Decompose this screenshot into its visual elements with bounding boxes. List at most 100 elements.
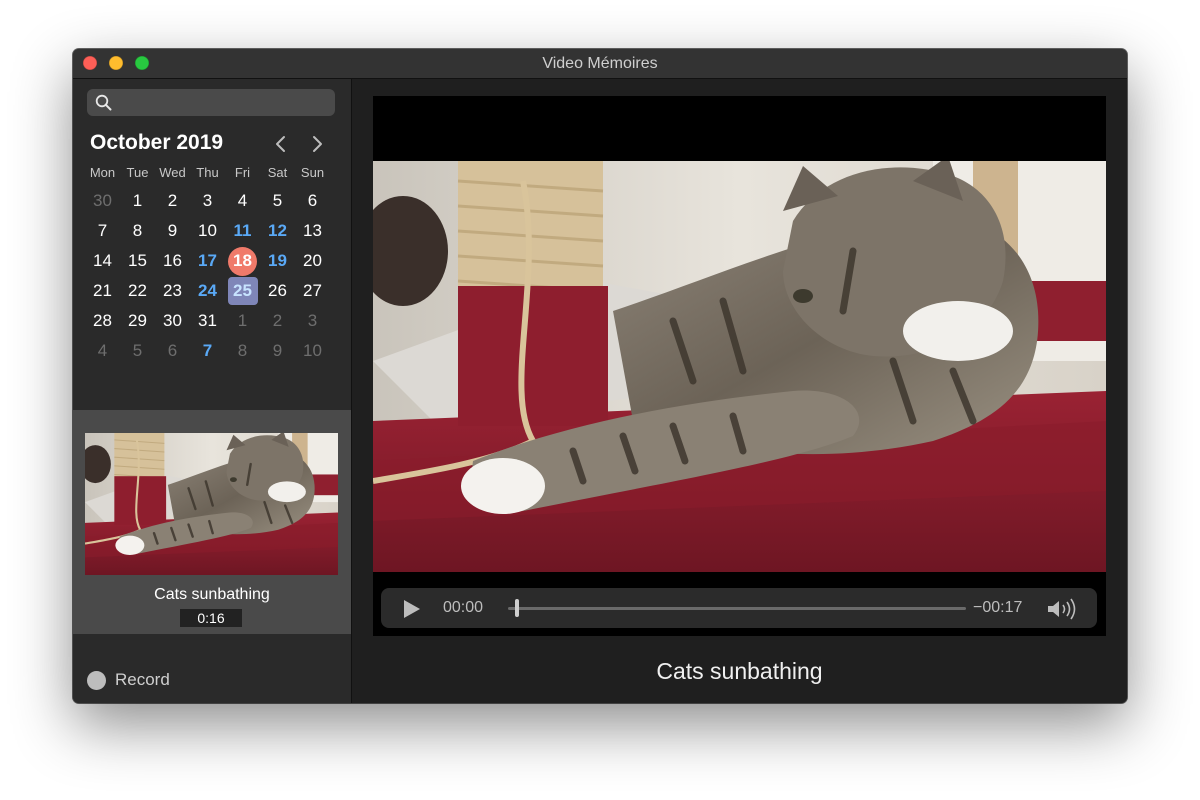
- calendar-day-number: 3: [307, 311, 318, 330]
- calendar-day[interactable]: 27: [295, 276, 330, 306]
- calendar-day-number: 24: [198, 281, 217, 300]
- calendar-day-number: 10: [198, 221, 217, 240]
- calendar-day[interactable]: 3: [295, 306, 330, 336]
- next-month-button[interactable]: [306, 133, 328, 155]
- window-title: Video Mémoires: [542, 55, 658, 72]
- calendar-day-number: 6: [167, 341, 178, 360]
- calendar-day[interactable]: 19: [260, 246, 295, 276]
- calendar-day[interactable]: 24: [190, 276, 225, 306]
- calendar-day[interactable]: 1: [225, 306, 260, 336]
- calendar-day[interactable]: 7: [190, 336, 225, 366]
- search-field[interactable]: [87, 89, 335, 116]
- weekday-label: Mon: [89, 165, 116, 180]
- calendar-day[interactable]: 6: [155, 336, 190, 366]
- calendar-day-number: 31: [198, 311, 217, 330]
- video-item-title: Cats sunbathing: [154, 586, 270, 603]
- calendar-day[interactable]: 21: [85, 276, 120, 306]
- calendar-week-row: 7 8 9 10 11 12 13: [85, 216, 343, 246]
- record-button[interactable]: Record: [87, 669, 170, 691]
- calendar-day-number: 28: [93, 311, 112, 330]
- calendar-day[interactable]: 10: [190, 216, 225, 246]
- calendar-day[interactable]: 2: [260, 306, 295, 336]
- calendar-day-number: 30: [163, 311, 182, 330]
- calendar-day-number: 8: [132, 221, 143, 240]
- calendar-day-number: 11: [233, 221, 252, 240]
- calendar-day[interactable]: 10: [295, 336, 330, 366]
- search-input[interactable]: [117, 92, 331, 115]
- record-label: Record: [115, 670, 170, 689]
- calendar-day[interactable]: 13: [295, 216, 330, 246]
- video-list-item[interactable]: Cats sunbathing 0:16: [73, 410, 351, 634]
- weekday-label: Sun: [300, 165, 325, 180]
- video-frame[interactable]: [373, 161, 1106, 572]
- calendar-day[interactable]: 11: [225, 216, 260, 246]
- calendar-day-number: 7: [202, 341, 213, 360]
- calendar-day[interactable]: 31: [190, 306, 225, 336]
- calendar-day[interactable]: 20: [295, 246, 330, 276]
- video-player: 00:00 −00:17: [373, 96, 1106, 636]
- progress-track[interactable]: [508, 607, 966, 610]
- calendar-day-number: 15: [128, 251, 147, 270]
- calendar-day-today[interactable]: 18: [225, 246, 260, 276]
- calendar-day[interactable]: 3: [190, 186, 225, 216]
- calendar-day-number: 8: [237, 341, 248, 360]
- calendar-day[interactable]: 2: [155, 186, 190, 216]
- calendar-week-row: 21 22 23 24 25 26 27: [85, 276, 343, 306]
- calendar-day-number: 10: [303, 341, 322, 360]
- volume-icon[interactable]: [1047, 598, 1079, 620]
- calendar-day-number: 25: [233, 281, 252, 300]
- calendar-day[interactable]: 29: [120, 306, 155, 336]
- calendar-day[interactable]: 12: [260, 216, 295, 246]
- calendar-day[interactable]: 17: [190, 246, 225, 276]
- calendar-day-number: 17: [198, 251, 217, 270]
- record-icon: [87, 670, 106, 690]
- calendar-day-number: 27: [303, 281, 322, 300]
- calendar-day[interactable]: 22: [120, 276, 155, 306]
- calendar-day-number: 29: [128, 311, 147, 330]
- playback-controls: 00:00 −00:17: [381, 588, 1097, 628]
- current-time: 00:00: [443, 599, 484, 616]
- remaining-time: −00:17: [973, 599, 1023, 616]
- calendar-day-number: 26: [268, 281, 287, 300]
- calendar-day-number: 30: [93, 191, 112, 210]
- calendar-day[interactable]: 30: [155, 306, 190, 336]
- calendar-day-number: 2: [272, 311, 283, 330]
- calendar-week-row: 14 15 16 17 18 19 20: [85, 246, 343, 276]
- calendar-day[interactable]: 5: [120, 336, 155, 366]
- weekday-label: Thu: [196, 165, 219, 180]
- calendar-day[interactable]: 4: [225, 186, 260, 216]
- calendar-week-row: 28 29 30 31 1 2 3: [85, 306, 343, 336]
- calendar-day[interactable]: 8: [225, 336, 260, 366]
- calendar-day[interactable]: 14: [85, 246, 120, 276]
- calendar-day[interactable]: 5: [260, 186, 295, 216]
- weekday-label: Wed: [159, 165, 186, 180]
- weekday-header: Mon Tue Wed Thu Fri Sat Sun: [85, 163, 343, 183]
- calendar-weeks: 30 1 2 3 4 5 6 7 8 9 10 11 12 13 14 15 16 17 18 19 20 21 22 23 2…: [85, 186, 343, 366]
- calendar-day-number: 16: [163, 251, 182, 270]
- calendar-day[interactable]: 15: [120, 246, 155, 276]
- calendar-day[interactable]: 7: [85, 216, 120, 246]
- previous-month-button[interactable]: [270, 133, 292, 155]
- calendar-week-row: 4 5 6 7 8 9 10: [85, 336, 343, 366]
- calendar-day[interactable]: 16: [155, 246, 190, 276]
- search-icon: [95, 94, 112, 111]
- calendar-day[interactable]: 30: [85, 186, 120, 216]
- calendar-day-number: 20: [303, 251, 322, 270]
- calendar-day[interactable]: 26: [260, 276, 295, 306]
- calendar-day[interactable]: 28: [85, 306, 120, 336]
- calendar-day[interactable]: 1: [120, 186, 155, 216]
- calendar-day-number: 5: [132, 341, 143, 360]
- app-window: Video Mémoires October 2019 Mon Tue Wed Thu…: [73, 49, 1127, 703]
- calendar-day[interactable]: 23: [155, 276, 190, 306]
- calendar-day-number: 18: [233, 251, 252, 270]
- calendar-day[interactable]: 9: [260, 336, 295, 366]
- calendar-month-label: October 2019: [90, 131, 224, 154]
- calendar-day[interactable]: 8: [120, 216, 155, 246]
- calendar-day-number: 9: [167, 221, 178, 240]
- calendar-day[interactable]: 4: [85, 336, 120, 366]
- calendar-day[interactable]: 6: [295, 186, 330, 216]
- progress-handle[interactable]: [515, 599, 520, 617]
- calendar-day-selected[interactable]: 25: [225, 276, 260, 306]
- play-icon[interactable]: [403, 599, 421, 619]
- calendar-day[interactable]: 9: [155, 216, 190, 246]
